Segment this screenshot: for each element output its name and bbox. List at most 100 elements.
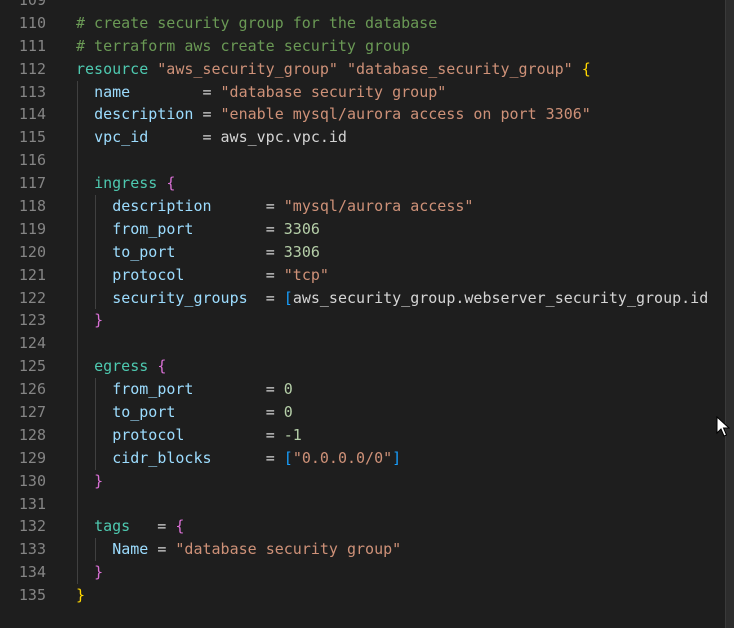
code-line[interactable]: 125 egress { [0, 355, 726, 379]
indent-guide [95, 240, 97, 264]
code-token: [ [283, 448, 293, 467]
code-line[interactable]: 123} [0, 309, 726, 333]
line-number: 116 [18, 151, 46, 170]
code-line[interactable]: 124 [0, 332, 726, 356]
code-line[interactable]: 135} [0, 584, 726, 607]
code-token: } [94, 563, 104, 582]
line-number: 130 [18, 471, 46, 490]
code-token: = [193, 380, 284, 399]
code-line[interactable]: 113 name = "database security group" [0, 80, 726, 104]
line-code[interactable]: } [94, 561, 103, 584]
code-token: { [166, 174, 176, 193]
code-line[interactable]: 117 ingress { [0, 172, 726, 196]
indent-guide [77, 149, 78, 173]
indent-guide [77, 378, 78, 402]
code-line[interactable]: 128 protocol = -1 [0, 423, 726, 447]
code-token: = [184, 265, 284, 284]
code-line[interactable]: 126 from_port = 0 [0, 378, 726, 402]
code-token: 0 [283, 403, 293, 422]
line-code[interactable]: egress { [94, 355, 166, 378]
code-token: security_groups [112, 288, 248, 307]
line-code[interactable]: protocol = -1 [112, 424, 302, 447]
line-code[interactable]: description = "mysql/aurora access" [112, 195, 473, 218]
line-code[interactable]: } [76, 584, 85, 607]
vertical-scrollbar[interactable] [725, 0, 734, 628]
code-line[interactable]: 132 tags = { [0, 515, 726, 539]
line-code[interactable]: ingress { [94, 172, 175, 195]
indent-guide [77, 515, 78, 539]
code-line[interactable]: 111 # terraform aws create security group [0, 35, 726, 58]
code-token: = [193, 105, 221, 124]
line-code[interactable]: description = "enable mysql/aurora acces… [94, 103, 591, 126]
line-code[interactable]: security_groups = [aws_security_group.we… [112, 287, 708, 310]
line-code[interactable]: to_port = 3306 [112, 241, 320, 264]
line-number: 129 [18, 448, 46, 467]
line-code[interactable]: Name = "database security group" [112, 538, 401, 561]
indent-guide [95, 401, 97, 424]
code-line[interactable]: 115 vpc_id = aws_vpc.vpc.id [0, 126, 726, 150]
line-code[interactable]: from_port = 0 [112, 378, 293, 401]
line-code[interactable]: # create security group for the database [76, 12, 437, 35]
code-token: "0.0.0.0/0" [292, 448, 393, 467]
line-code[interactable]: # terraform aws create security group [76, 35, 410, 58]
code-lines[interactable]: 109 110 # create security group for the da… [0, 0, 726, 607]
code-line[interactable]: 109 [0, 0, 726, 12]
line-code[interactable]: } [94, 309, 103, 332]
code-line[interactable]: 130} [0, 469, 726, 493]
indent-guide [77, 240, 78, 264]
line-number: 111 [18, 36, 46, 55]
code-token: aws_security_group.webserver_security_gr… [292, 288, 709, 307]
code-line[interactable]: 119 from_port = 3306 [0, 217, 726, 241]
line-code[interactable]: resource "aws_security_group" "database_… [76, 58, 591, 81]
line-code[interactable]: tags = { [94, 515, 184, 538]
indent-guide [95, 538, 97, 562]
code-line[interactable]: 118 description = "mysql/aurora access" [0, 195, 726, 218]
code-line[interactable]: 134} [0, 561, 726, 585]
line-code[interactable]: name = "database security group" [94, 81, 446, 104]
line-number: 112 [18, 59, 46, 78]
indent-guide [77, 195, 78, 218]
line-number: 133 [18, 540, 46, 559]
code-line[interactable]: 110 # create security group for the datab… [0, 12, 726, 35]
code-token: "database security group" [220, 82, 447, 101]
code-line[interactable]: 116 [0, 149, 726, 173]
indent-guide [77, 286, 78, 310]
code-token: ] [392, 448, 402, 467]
code-token: tags [94, 517, 131, 536]
code-line[interactable]: 131 [0, 492, 726, 516]
code-line[interactable]: 122 security_groups = [aws_security_group… [0, 286, 726, 310]
code-line[interactable]: 114 description = "enable mysql/aurora ac… [0, 103, 726, 127]
line-code[interactable]: } [94, 470, 103, 493]
code-line[interactable]: 133 Name = "database security group" [0, 538, 726, 562]
code-line[interactable]: 129 cidr_blocks = ["0.0.0.0/0"] [0, 446, 726, 470]
line-code[interactable]: vpc_id = aws_vpc.vpc.id [94, 126, 347, 149]
line-code[interactable]: cidr_blocks = ["0.0.0.0/0"] [112, 447, 401, 470]
code-token: -1 [283, 425, 302, 444]
indent-guide [77, 538, 78, 562]
indent-guide [95, 446, 97, 470]
code-line[interactable]: 121 protocol = "tcp" [0, 263, 726, 287]
code-token: description [112, 197, 212, 216]
code-line[interactable]: 120 to_port = 3306 [0, 240, 726, 264]
line-number: 109 [18, 0, 46, 9]
code-token: = [130, 82, 221, 101]
code-token: "tcp" [283, 265, 329, 284]
line-number: 131 [18, 494, 46, 513]
line-code[interactable]: from_port = 3306 [112, 218, 320, 241]
code-token: egress [94, 357, 149, 376]
code-token: to_port [112, 403, 176, 422]
code-token: { [581, 59, 591, 78]
line-number: 123 [18, 311, 46, 330]
line-number: 121 [18, 265, 46, 284]
line-code[interactable]: to_port = 0 [112, 401, 293, 424]
code-line[interactable]: 112 resource "aws_security_group" "databa… [0, 58, 726, 81]
line-number: 127 [18, 403, 46, 422]
code-editor[interactable]: 109 110 # create security group for the da… [0, 0, 726, 628]
indent-guide [95, 217, 97, 241]
code-line[interactable]: 127 to_port = 0 [0, 401, 726, 424]
code-token: = [211, 448, 284, 467]
code-token: "mysql/aurora access" [283, 197, 474, 216]
line-code[interactable]: protocol = "tcp" [112, 264, 329, 287]
